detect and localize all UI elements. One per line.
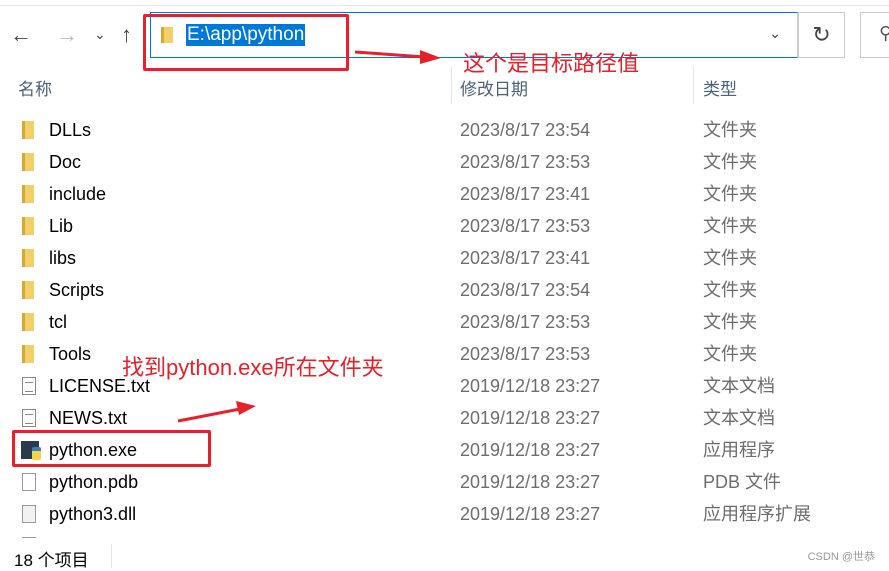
arrow-head [420,50,441,64]
arrow-right [177,407,241,423]
arrow-right [354,50,426,59]
arrow-head [236,401,256,415]
annotation-arrows [177,50,441,423]
